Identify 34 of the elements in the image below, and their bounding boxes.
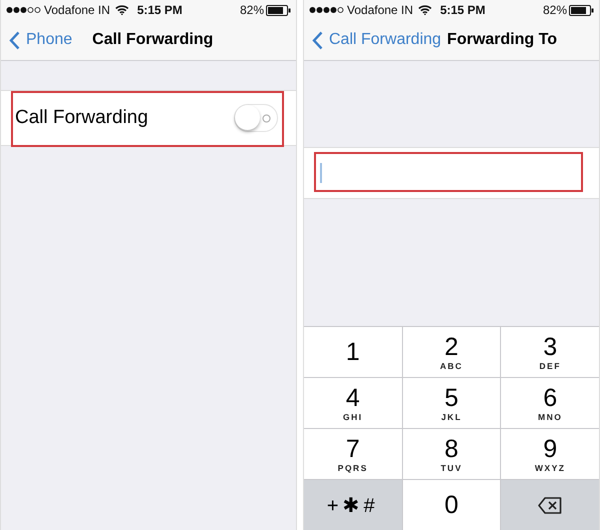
keypad-key[interactable]: 5 JKL	[402, 378, 500, 428]
off-label-icon	[262, 114, 271, 123]
screen-title: Call Forwarding	[92, 31, 214, 49]
keypad-key[interactable]: 7 PQRS	[304, 429, 402, 479]
status-time: 5:15 PM	[440, 3, 486, 17]
keypad-key[interactable]: 6 MNO	[501, 378, 599, 428]
wifi-icon	[115, 5, 130, 15]
back-chevron-icon	[9, 30, 20, 50]
back-chevron-icon	[312, 30, 323, 50]
signal-icon	[6, 6, 41, 14]
battery-percentage: 82%	[542, 3, 567, 17]
delete-key[interactable]	[501, 480, 599, 530]
status-time: 5:15 PM	[137, 3, 182, 17]
battery-icon	[266, 4, 291, 16]
keypad-key[interactable]: 0	[402, 480, 500, 530]
keypad-key[interactable]: 9 WXYZ	[501, 429, 599, 479]
keypad-key[interactable]: 4 GHI	[304, 378, 402, 428]
keypad-key[interactable]: 8 TUV	[402, 429, 500, 479]
keypad-key[interactable]: 2 ABC	[402, 327, 500, 377]
keypad-key[interactable]: 1	[304, 327, 402, 377]
wifi-icon	[418, 5, 432, 15]
symbols-key[interactable]: +✱#	[304, 480, 402, 530]
battery-icon	[569, 4, 594, 16]
signal-icon	[309, 6, 344, 14]
toggle-switch[interactable]	[234, 104, 278, 132]
backspace-icon	[538, 496, 562, 514]
screen-title: Forwarding To	[447, 31, 557, 49]
back-button[interactable]: Call Forwarding	[312, 30, 442, 50]
keypad-key[interactable]: 3 DEF	[501, 327, 599, 377]
cell-label: Call Forwarding	[15, 107, 150, 129]
back-button[interactable]: Phone	[9, 30, 72, 50]
battery-percentage: 82%	[240, 3, 264, 17]
carrier-name: Vodafone IN	[44, 3, 110, 17]
carrier-name: Vodafone IN	[347, 3, 414, 17]
